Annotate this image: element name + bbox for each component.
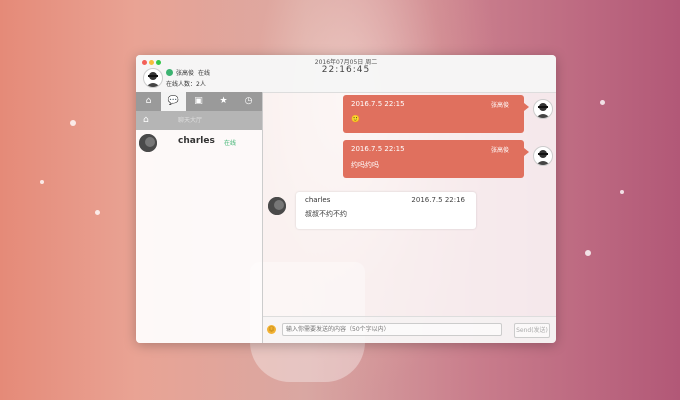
- message-sender: 张高俊: [490, 147, 509, 154]
- sidebar-tabs: ⌂ 💬 ▣ ★ ◷: [136, 92, 262, 111]
- receiver-avatar: [268, 197, 286, 215]
- sender-avatar-icon: [536, 150, 550, 165]
- home-icon: ⌂: [143, 115, 149, 125]
- message-time: 2016.7.5 22:15: [351, 100, 405, 108]
- message-area: 2016.7.5 22:15 张高俊 🙂 2016.7.5 22:15 张高俊 …: [263, 92, 556, 316]
- splash-dot: [585, 250, 591, 256]
- chat-icon: 💬: [167, 96, 180, 106]
- receiver-avatar-icon: [268, 197, 286, 215]
- chat-hall-row[interactable]: ⌂ 聊天大厅: [136, 111, 262, 130]
- message-time: 2016.7.5 22:15: [351, 145, 405, 153]
- message-text: 叔叔不约不约: [305, 210, 347, 218]
- tab-favorites[interactable]: ★: [211, 92, 236, 111]
- message-bubble-sent: 2016.7.5 22:15 张高俊 🙂: [343, 95, 529, 133]
- contact-item[interactable]: charles 在线: [136, 132, 262, 155]
- history-icon: ◷: [244, 96, 253, 106]
- home-icon: ⌂: [145, 96, 152, 106]
- tab-chat[interactable]: 💬: [161, 92, 186, 111]
- sender-avatar: [533, 146, 553, 166]
- online-status-icon: [166, 69, 173, 76]
- title-bar: 2016年07月05日 周二 22:16:45 张高俊 在线 在线人数：2人: [136, 55, 556, 93]
- sender-avatar: [533, 99, 553, 119]
- online-count: 在线人数：2人: [166, 81, 206, 88]
- user-name: 张高俊: [176, 70, 195, 77]
- send-button[interactable]: Send(发送): [514, 323, 550, 338]
- user-status: 在线: [198, 70, 211, 77]
- message-sender: charles: [305, 196, 331, 204]
- contact-name: charles: [178, 136, 215, 146]
- sidebar: ⌂ 💬 ▣ ★ ◷ ⌂ 聊天大厅 charles 在线: [136, 92, 263, 343]
- splash-dot: [40, 180, 44, 184]
- input-bar: ☺ Send(发送): [263, 316, 556, 343]
- user-avatar-icon: [146, 72, 160, 87]
- message-text: 🙂: [351, 115, 360, 123]
- tab-home[interactable]: ⌂: [136, 92, 161, 111]
- emoji-button[interactable]: ☺: [267, 325, 276, 334]
- chat-hall-label: 聊天大厅: [178, 117, 203, 124]
- user-avatar[interactable]: [143, 68, 163, 88]
- contact-avatar-icon: [139, 134, 157, 152]
- contact-avatar: [139, 134, 157, 152]
- tab-contacts[interactable]: ▣: [186, 92, 211, 111]
- splash-dot: [95, 210, 100, 215]
- contact-status: 在线: [224, 140, 237, 147]
- contacts-icon: ▣: [194, 96, 203, 106]
- tab-history[interactable]: ◷: [236, 92, 261, 111]
- splash-dot: [600, 100, 605, 105]
- star-icon: ★: [219, 96, 228, 106]
- sender-avatar-icon: [536, 103, 550, 118]
- smile-icon: ☺: [268, 326, 275, 333]
- message-bubble-received: charles 2016.7.5 22:16 叔叔不约不约: [296, 192, 476, 229]
- message-bubble-sent: 2016.7.5 22:15 张高俊 约吗约吗: [343, 140, 529, 178]
- splash-dot: [70, 120, 76, 126]
- splash-dot: [620, 190, 624, 194]
- message-input[interactable]: [282, 323, 502, 336]
- message-text: 约吗约吗: [351, 161, 379, 169]
- chat-window: 2016年07月05日 周二 22:16:45 张高俊 在线 在线人数：2人 ⌂…: [136, 55, 556, 343]
- message-sender: 张高俊: [490, 102, 509, 109]
- message-time: 2016.7.5 22:16: [411, 196, 465, 204]
